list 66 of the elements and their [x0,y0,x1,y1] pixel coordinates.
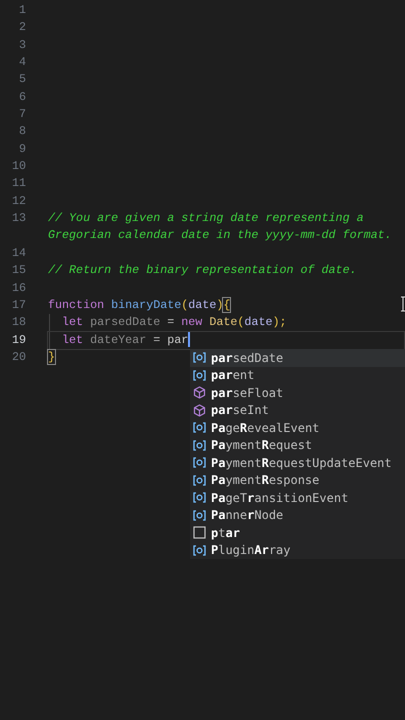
variable-icon [193,422,206,434]
variable-icon [193,544,206,556]
line-number: 10 [10,158,26,176]
suggestion-item[interactable]: PageRevealEvent [190,419,405,436]
code-token: = [153,332,160,347]
code-token: ( [181,298,188,312]
line-number: 5 [18,71,26,88]
line-number: 14 [10,244,26,262]
suggestion-item[interactable]: PluginArray [190,542,405,559]
matched-bracket: } [48,350,56,364]
variable-icon [193,457,206,468]
code-token: dateYear [90,332,146,347]
line-number: 3 [18,36,26,54]
line-number: 17 [10,296,26,314]
code-token: new [181,315,202,330]
line-number: 8 [18,123,26,140]
line-number: 7 [18,106,26,124]
suggestion-item[interactable]: parseInt [190,402,405,419]
suggestion-item[interactable]: parent [190,366,405,384]
suggestion-item[interactable]: PaymentRequest [190,436,405,454]
line-number: 11 [10,175,26,192]
code-comment: // Return the binary representation of date. [48,263,357,278]
square-icon [193,526,206,540]
variable-icon [193,474,206,486]
variable-icon [193,370,206,381]
suggestion-item[interactable]: parsedDate [190,349,405,366]
code-token: ) [216,298,224,312]
line-number: 16 [10,280,26,296]
code-token: ); [272,315,287,330]
line-number: 1 [18,2,26,19]
line-number: 6 [18,88,26,106]
code-token: parsedDate [90,315,160,330]
cube-icon [193,386,206,400]
code-token: date [244,315,272,330]
variable-icon [193,440,206,451]
line-number: 13 [10,210,26,228]
line-number: 19 [10,332,26,349]
suggestion-item[interactable]: parseFloat [190,384,405,402]
code-token: let [62,315,84,330]
code-token: par [167,332,188,347]
suggestion-item[interactable]: PaymentRequestUpdateEvent [190,454,405,472]
suggestion-item[interactable]: ptar [190,524,405,542]
suggestion-item[interactable]: PannerNode [190,506,405,524]
text-cursor-icon [401,296,405,312]
code-token: function [48,298,104,312]
code-token: let [62,332,84,347]
matched-bracket: { [223,298,230,312]
line-number: 4 [18,54,26,72]
code-token: binaryDate [111,298,182,312]
variable-icon [193,510,206,521]
variable-icon [193,352,206,364]
code-token: ( [237,315,244,330]
line-number: 15 [10,262,26,280]
code-comment: // You are given a string date representing a Gregorian calendar date in the yyyy-mm-dd format. [48,211,392,242]
code-token: = [167,315,174,330]
suggestion-item[interactable]: PageTransitionEvent [190,489,405,506]
line-number: 18 [10,314,26,332]
suggestion-item[interactable]: PaymentResponse [190,472,405,489]
line-number: 12 [10,192,26,210]
cube-icon [193,404,206,417]
line-number: 2 [18,19,26,36]
code-token: date [188,298,216,312]
code-token: Date [209,315,238,330]
line-number: 20 [10,348,26,366]
variable-icon [193,492,206,504]
line-number: 9 [18,140,26,158]
